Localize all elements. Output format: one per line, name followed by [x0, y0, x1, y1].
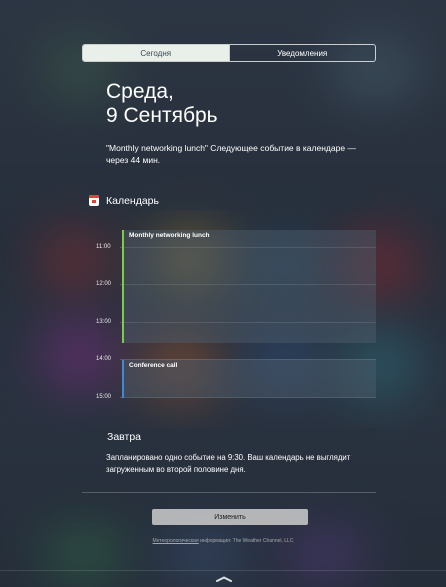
calendar-section-header[interactable]: Календарь [82, 191, 376, 210]
event-title: Conference call [129, 362, 178, 369]
hour-label: 11:00 [96, 244, 111, 250]
weather-credit-text: информация: The Weather Channel, LLC [198, 538, 294, 544]
weather-credit-link[interactable]: Метеорологическая [153, 538, 199, 544]
event-monthly-networking-lunch[interactable]: Monthly networking lunch [122, 230, 376, 343]
calendar-icon [89, 195, 99, 206]
tomorrow-section-title: Завтра [107, 431, 142, 443]
day-month-label: 9 Сентябрь [106, 104, 218, 127]
weekday-label: Среда, [106, 80, 174, 103]
date-header: Среда, 9 Сентябрь [106, 80, 218, 128]
hour-label: 12:00 [96, 281, 112, 287]
hour-label: 15:00 [96, 394, 112, 400]
calendar-timeline: 11:00 12:00 13:00 14:00 15:00 Monthly ne… [82, 218, 376, 408]
tomorrow-summary: Запланировано одно событие на 9:30. Ваш … [106, 453, 351, 474]
chevron-up-handle-icon[interactable] [216, 576, 232, 582]
event-conference-call[interactable]: Conference call [122, 360, 376, 398]
weather-credit: Метеорологическая информация: The Weathe… [0, 538, 446, 544]
tab-today[interactable]: Сегодня [83, 45, 229, 61]
dock-divider [0, 570, 446, 571]
hour-label: 13:00 [96, 319, 112, 325]
next-event-summary: "Monthly networking lunch" Следующее соб… [106, 143, 356, 165]
tab-notifications[interactable]: Уведомления [228, 45, 376, 61]
divider [82, 492, 376, 493]
hour-label: 14:00 [96, 356, 112, 362]
calendar-section-title: Календарь [106, 194, 159, 207]
tomorrow-section-header[interactable]: Завтра [82, 428, 376, 446]
event-title: Monthly networking lunch [129, 232, 210, 239]
view-segmented-control: Сегодня Уведомления [82, 44, 376, 62]
edit-button[interactable]: Изменить [152, 509, 308, 525]
